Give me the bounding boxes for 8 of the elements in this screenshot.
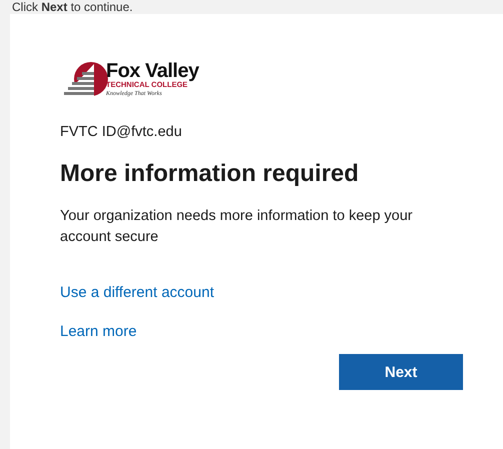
next-button[interactable]: Next xyxy=(339,354,463,390)
logo-name: Fox Valley xyxy=(106,61,199,82)
page-title: More information required xyxy=(60,160,360,188)
info-message: Your organization needs more information to keep your account secure xyxy=(60,207,414,247)
link[interactable]: Learn more xyxy=(60,323,137,340)
account-id: FVTC ID@fvtc.edu xyxy=(60,124,183,140)
instruction-caption: Click Next to continue. xyxy=(12,0,133,14)
link[interactable]: Use a different account xyxy=(60,284,214,301)
